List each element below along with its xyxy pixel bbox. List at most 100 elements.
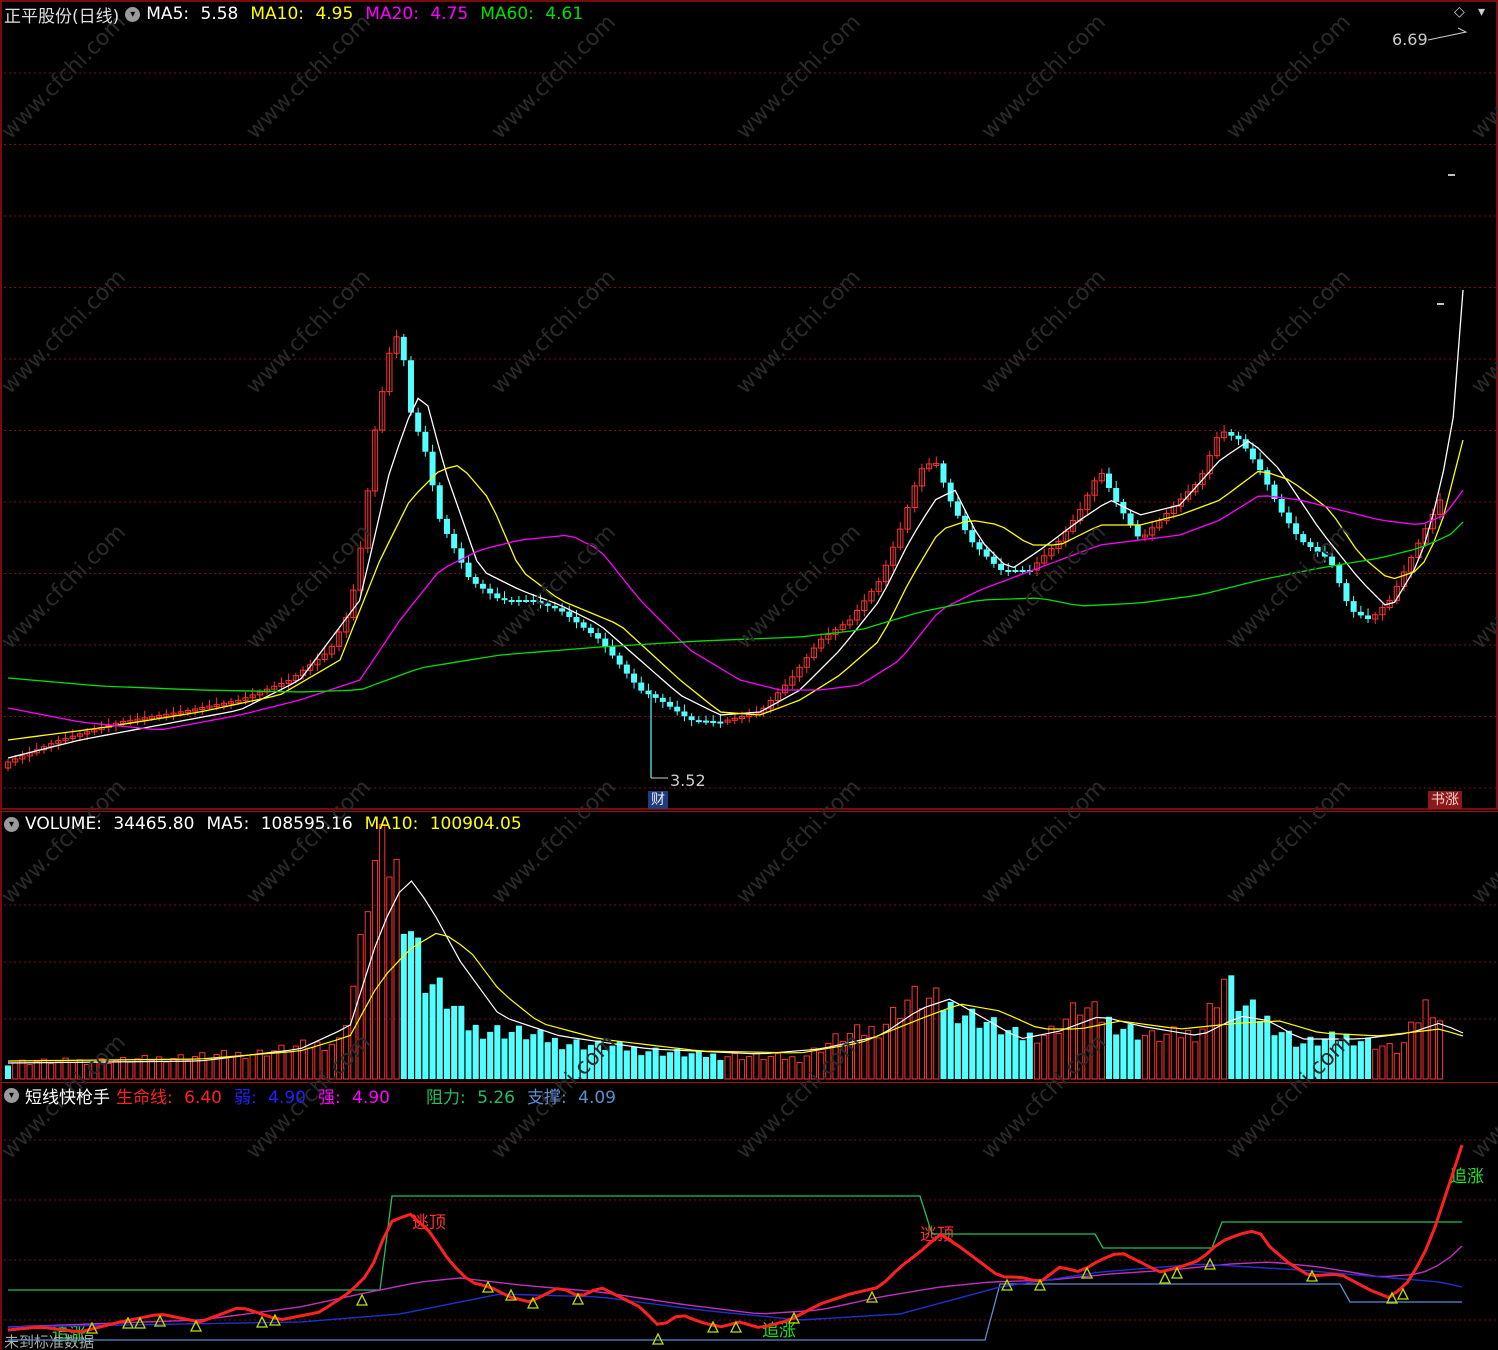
volume-bar	[429, 984, 436, 1079]
volume-bar	[33, 1061, 40, 1080]
volume-bar	[1228, 975, 1235, 1079]
volume-bar	[472, 1024, 479, 1079]
stock-title: 正平股份(日线)	[4, 6, 120, 27]
volume-bar	[1206, 1002, 1213, 1080]
volume-bar	[1156, 1040, 1163, 1080]
volume-bar	[69, 1062, 76, 1080]
volume-bar	[839, 1041, 846, 1080]
volume-bar	[278, 1044, 285, 1080]
lifeline-value: 6.40	[184, 1087, 222, 1108]
candle-body	[638, 682, 645, 691]
ma20-label: MA20: 4.75	[365, 4, 474, 24]
volume-bar	[191, 1056, 199, 1080]
indicator-panel[interactable]: ▾ 短线快枪手 生命线: 6.40 弱: 4.90 强: 4.90 阻力: 5.…	[0, 1082, 1498, 1350]
volume-ma10-label-text: MA10:	[364, 814, 419, 834]
strong-label-text: 强:	[318, 1087, 341, 1108]
volume-bar	[659, 1055, 666, 1079]
indicator-toggle-icon[interactable]: ▾	[4, 1087, 19, 1103]
candle-body	[537, 601, 544, 604]
signal-triangle	[355, 1293, 369, 1306]
candle-body	[415, 412, 422, 432]
volume-bar	[48, 1063, 55, 1080]
volume-bar	[875, 1037, 882, 1080]
candle-body	[436, 485, 443, 519]
volume-bar	[321, 1049, 328, 1080]
candle-body	[976, 542, 983, 550]
volume-bar	[1026, 1032, 1033, 1079]
price-panel[interactable]: 正平股份(日线) ▾ MA5: 5.58 MA10: 4.95 MA20: 4.…	[0, 0, 1498, 810]
volume-bar	[1257, 1020, 1264, 1079]
volume-bar	[947, 1001, 954, 1079]
volume-bar	[911, 985, 918, 1080]
blue-line	[7, 1263, 1463, 1328]
volume-bar	[1278, 1032, 1285, 1079]
diamond-icon[interactable]: ◇	[1454, 4, 1465, 20]
volume-bar	[1343, 1033, 1350, 1079]
volume-bar	[810, 1047, 818, 1080]
volume-bar	[1372, 1048, 1379, 1080]
ma10-label: MA10: 4.95	[250, 4, 359, 24]
volume-bar	[573, 1039, 580, 1079]
legend-toggle-icon[interactable]: ▾	[125, 6, 141, 22]
volume-bar	[767, 1055, 774, 1080]
volume-bar	[530, 1034, 537, 1079]
volume-bar	[436, 977, 443, 1079]
volume-bar	[357, 933, 364, 1080]
volume-bar	[832, 1033, 839, 1080]
candle-body	[998, 563, 1005, 570]
event-badge[interactable]: 书涨	[1428, 791, 1462, 809]
volume-bar	[1422, 999, 1429, 1080]
candle-body	[494, 593, 501, 599]
ma20-line	[7, 489, 1464, 731]
candle-body	[407, 360, 414, 413]
volume-bar	[112, 1060, 120, 1080]
volume-bar	[746, 1055, 753, 1080]
volume-bar	[551, 1037, 558, 1079]
candle-body	[551, 605, 558, 609]
candle-body	[465, 562, 472, 578]
volume-bar	[1386, 1043, 1393, 1080]
volume-bar	[220, 1049, 227, 1080]
volume-ma5-value: 108595.16	[260, 814, 353, 834]
volume-chart	[0, 811, 1498, 1081]
ma60-line	[7, 521, 1464, 693]
volume-bar	[1307, 1036, 1314, 1079]
volume-bar	[760, 1058, 767, 1080]
volume-bar	[1113, 1034, 1120, 1079]
volume-bar	[508, 1031, 515, 1079]
volume-bar	[328, 1043, 335, 1080]
volume-bar	[667, 1052, 674, 1079]
candle-body	[717, 721, 724, 724]
candle-body	[1293, 523, 1300, 535]
volume-bar	[393, 858, 400, 1080]
volume-bar	[595, 1040, 602, 1079]
volume-bar	[1149, 1030, 1156, 1080]
support-label-text: 支撑:	[527, 1087, 567, 1108]
volume-bar	[738, 1059, 746, 1080]
stock-chart-window: 正平股份(日线) ▾ MA5: 5.58 MA10: 4.95 MA20: 4.…	[0, 0, 1498, 1350]
volume-bar	[803, 1055, 810, 1080]
volume-bar	[537, 1029, 544, 1079]
volume-bar	[1177, 1037, 1185, 1080]
volume-bar	[925, 997, 933, 1080]
volume-panel[interactable]: ▾ VOLUME: 34465.80 MA5: 108595.16 MA10: …	[0, 811, 1498, 1081]
candle-body	[609, 646, 616, 656]
volume-bar	[940, 1010, 947, 1079]
volume-bar	[364, 911, 371, 1080]
volume-bar	[1048, 1025, 1055, 1080]
volume-bar	[127, 1061, 134, 1080]
lifeline-line	[7, 1144, 1464, 1334]
ma10-line	[7, 439, 1464, 741]
candle-body	[695, 720, 702, 723]
volume-bar	[796, 1061, 803, 1080]
candle-body	[1257, 459, 1264, 471]
weak-value: 4.90	[268, 1087, 306, 1108]
candle-body	[530, 600, 537, 602]
chevron-down-icon[interactable]: ▾	[1478, 4, 1485, 20]
volume-toggle-icon[interactable]: ▾	[4, 816, 19, 832]
strong-label: 强: 4.90	[318, 1083, 396, 1108]
ma10-value: 4.95	[315, 4, 354, 24]
finance-badge[interactable]: 财	[648, 791, 668, 809]
volume-bar	[631, 1046, 638, 1079]
price-chart: 6.69 3.52	[0, 0, 1498, 810]
